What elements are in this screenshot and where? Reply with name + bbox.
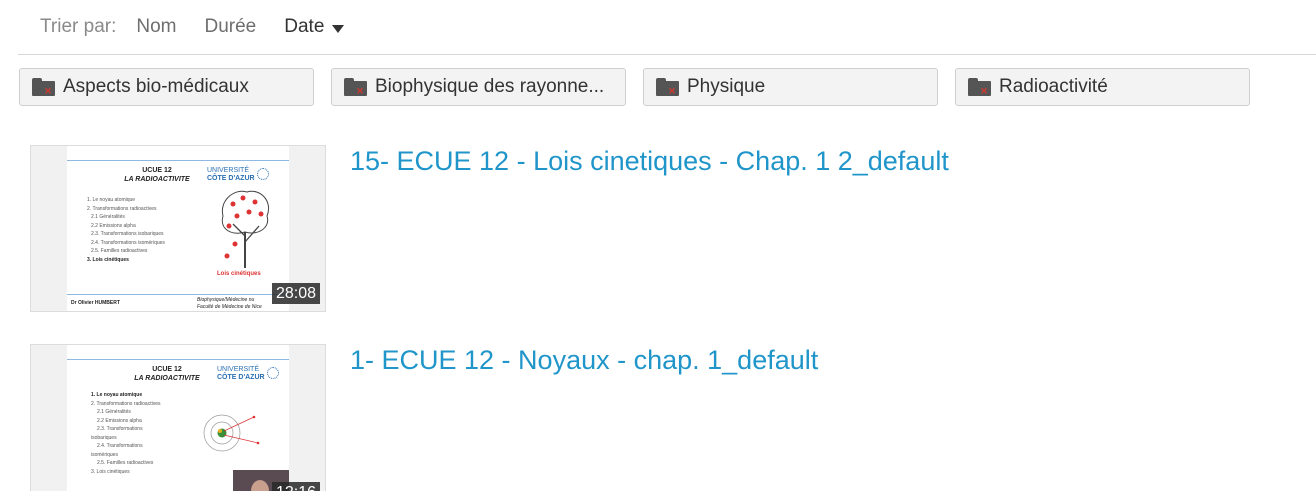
atom-diagram xyxy=(203,414,260,452)
media-entry: UCUE 12 LA RADIOACTIVITE UNIVERSITÉ CÔTE… xyxy=(30,145,1310,315)
video-title-link[interactable]: 15- ECUE 12 - Lois cinetiques - Chap. 1 … xyxy=(350,145,949,177)
video-title-link[interactable]: 1- ECUE 12 - Noyaux - chap. 1_default xyxy=(350,344,818,376)
duration-badge: 12:16 xyxy=(271,482,320,491)
category-label: Aspects bio-médicaux xyxy=(63,76,249,97)
sort-by-date[interactable]: Date xyxy=(284,16,345,38)
slide-preview: UCUE 12 LA RADIOACTIVITE UNIVERSITÉ CÔTE… xyxy=(67,345,289,491)
video-thumbnail[interactable]: UCUE 12 LA RADIOACTIVITE UNIVERSITÉ CÔTE… xyxy=(30,145,326,312)
folder-icon: ✕ xyxy=(968,78,991,96)
folder-icon: ✕ xyxy=(656,78,679,96)
media-entry: UCUE 12 LA RADIOACTIVITE UNIVERSITÉ CÔTE… xyxy=(30,344,1310,491)
folder-icon: ✕ xyxy=(344,78,367,96)
university-logo-icon xyxy=(257,168,269,180)
apple-tree-illustration xyxy=(221,190,269,268)
category-list: ✕ Aspects bio-médicaux ✕ Biophysique des… xyxy=(19,68,1250,106)
category-label: Radioactivité xyxy=(999,76,1108,97)
category-chip-aspects-bio-medicaux[interactable]: ✕ Aspects bio-médicaux xyxy=(19,68,314,106)
folder-icon: ✕ xyxy=(32,78,55,96)
sort-label: Trier par: xyxy=(40,16,117,37)
media-list-page: Trier par: Nom Durée Date ✕ Aspects bio-… xyxy=(0,0,1316,491)
sort-by-name[interactable]: Nom xyxy=(136,16,176,38)
category-chip-biophysique[interactable]: ✕ Biophysique des rayonne... xyxy=(331,68,626,106)
slide-footer: Dr Olivier HUMBERT Biophysique/Médecine … xyxy=(67,294,289,311)
slide-heading: UCUE 12 LA RADIOACTIVITE xyxy=(124,167,190,183)
slide-toc: 1. Le noyau atomique 2. Transformations … xyxy=(87,197,165,263)
slide-heading: UCUE 12 LA RADIOACTIVITE xyxy=(134,366,200,382)
university-logo: UNIVERSITÉ CÔTE D'AZUR xyxy=(207,167,255,182)
video-thumbnail[interactable]: UCUE 12 LA RADIOACTIVITE UNIVERSITÉ CÔTE… xyxy=(30,344,326,491)
sort-by-duration[interactable]: Durée xyxy=(205,16,257,38)
sort-by-date-label: Date xyxy=(284,16,325,37)
sort-bar: Trier par: Nom Durée Date xyxy=(18,0,1316,55)
category-chip-radioactivite[interactable]: ✕ Radioactivité xyxy=(955,68,1250,106)
slide-caption: Lois cinétiques xyxy=(217,271,261,277)
category-chip-physique[interactable]: ✕ Physique xyxy=(643,68,938,106)
university-logo-icon xyxy=(267,367,279,379)
duration-badge: 28:08 xyxy=(271,283,320,304)
category-label: Physique xyxy=(687,76,766,97)
university-logo: UNIVERSITÉ CÔTE D'AZUR xyxy=(217,366,265,381)
slide-preview: UCUE 12 LA RADIOACTIVITE UNIVERSITÉ CÔTE… xyxy=(67,146,289,311)
slide-toc: 1. Le noyau atomique 2. Transformations … xyxy=(91,392,161,475)
caret-down-icon xyxy=(332,24,345,33)
category-label: Biophysique des rayonne... xyxy=(375,76,605,97)
